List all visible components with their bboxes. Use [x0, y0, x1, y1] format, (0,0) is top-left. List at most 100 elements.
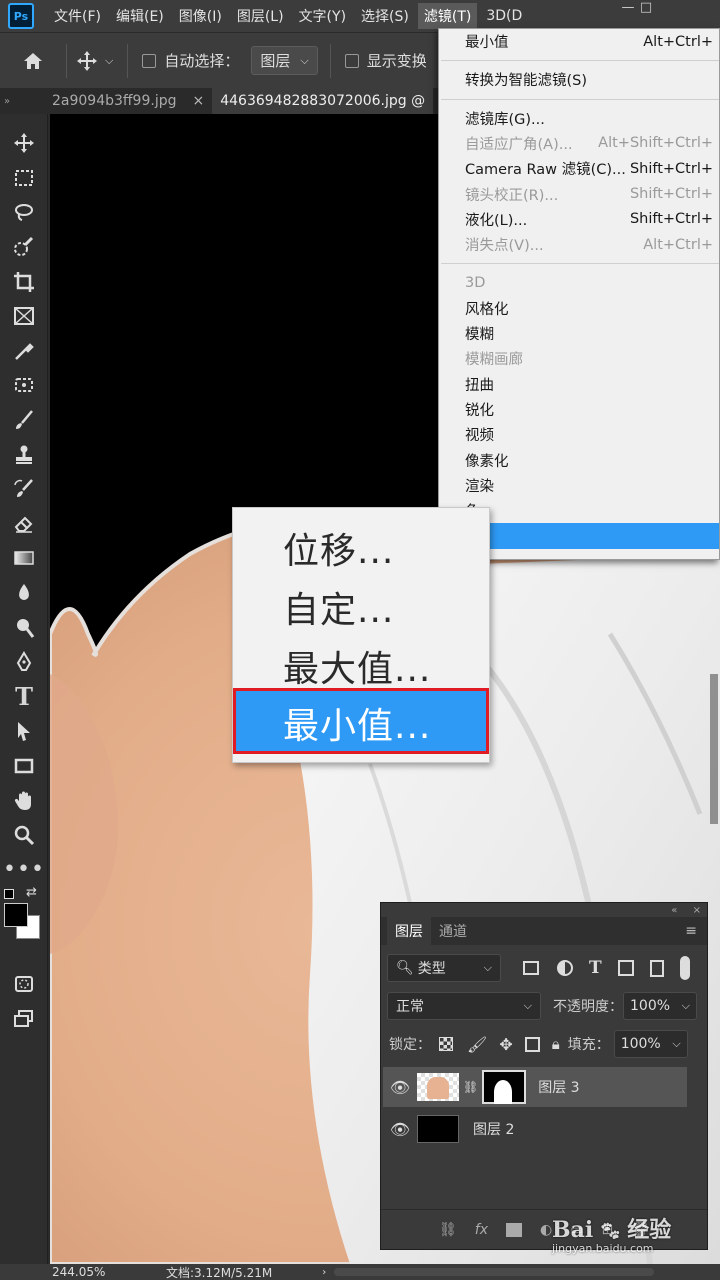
filter-menu-item[interactable]: 模糊	[439, 321, 719, 346]
menu-layer[interactable]: 图层(L)	[231, 3, 290, 29]
menu-select[interactable]: 选择(S)	[355, 3, 415, 29]
filter-pixel-icon[interactable]	[523, 961, 539, 975]
menu-item-custom[interactable]: 自定...	[283, 581, 394, 633]
menu-item-offset[interactable]: 位移...	[283, 522, 394, 574]
opacity-input[interactable]: 100% ⌵	[623, 992, 697, 1020]
quick-select-icon[interactable]	[0, 230, 48, 265]
layer-row-2[interactable]: 👁︎ 图层 2	[383, 1109, 687, 1149]
move-tool-preset-icon[interactable]: ⌵	[75, 49, 113, 73]
lasso-icon[interactable]	[0, 195, 48, 230]
zoom-icon[interactable]	[0, 818, 48, 853]
visibility-eye-icon[interactable]: 👁︎	[383, 1120, 417, 1139]
layer-name[interactable]: 图层 3	[538, 1077, 579, 1097]
fx-button[interactable]: fx	[475, 1222, 488, 1238]
move-icon[interactable]	[0, 126, 48, 161]
tab-document-2[interactable]: 446369482883072006.jpg @	[212, 88, 434, 114]
history-brush-icon[interactable]	[0, 472, 48, 507]
menu-type[interactable]: 文字(Y)	[293, 3, 352, 29]
marquee-icon[interactable]	[0, 161, 48, 196]
show-transform-checkbox[interactable]	[344, 53, 359, 68]
filter-menu-item[interactable]: 渲染	[439, 473, 719, 498]
dodge-icon[interactable]	[0, 610, 48, 645]
menu-file[interactable]: 文件(F)	[48, 3, 107, 29]
link-layers-icon[interactable]: ⛓︎	[439, 1222, 457, 1238]
frame-icon[interactable]	[0, 299, 48, 334]
gradient-icon[interactable]	[0, 541, 48, 576]
foreground-color-swatch[interactable]	[4, 903, 28, 928]
lock-brush-icon[interactable]: 🖌︎	[467, 1035, 487, 1054]
menu-filter[interactable]: 滤镜(T)	[417, 3, 478, 29]
blur-icon[interactable]	[0, 576, 48, 611]
menu-item-minimum-highlight[interactable]: 最小值...	[233, 688, 489, 754]
rectangle-icon[interactable]	[0, 749, 48, 784]
crop-icon[interactable]	[0, 264, 48, 299]
stamp-icon[interactable]	[0, 437, 48, 472]
filter-menu-item[interactable]: 风格化	[439, 296, 719, 321]
tab-channels[interactable]: 通道	[431, 917, 475, 945]
filter-menu-item[interactable]: 视频	[439, 422, 719, 447]
chevron-right-icon[interactable]: ›	[322, 1267, 326, 1278]
filter-type-icon[interactable]: T	[589, 958, 602, 978]
filter-menu-item[interactable]: 最小值 Alt+Ctrl+	[439, 29, 719, 54]
more-icon[interactable]: •••	[0, 852, 48, 887]
menu-item-minimum[interactable]: 最小值...	[283, 697, 431, 749]
filter-menu-item[interactable]: 滤镜库(G)...	[439, 106, 719, 131]
home-icon[interactable]	[20, 49, 46, 73]
eraser-icon[interactable]	[0, 507, 48, 542]
filter-menu-item: 3D	[439, 270, 719, 295]
menu-image[interactable]: 图像(I)	[173, 3, 228, 29]
filter-menu-item[interactable]: Camera Raw 滤镜(C)... Shift+Ctrl+	[439, 156, 719, 181]
screen-mode-icon[interactable]	[0, 1002, 48, 1037]
zoom-level[interactable]: 244.05%	[52, 1265, 166, 1279]
collapse-icon[interactable]: «	[671, 905, 677, 916]
maximize-button[interactable]: □	[630, 0, 662, 18]
filter-shape-icon[interactable]	[617, 960, 634, 976]
lock-all-icon[interactable]: 🔒︎	[552, 1035, 560, 1053]
tab-layers[interactable]: 图层	[387, 917, 431, 945]
menu-item-maximum[interactable]: 最大值...	[283, 640, 431, 692]
filter-menu-item[interactable]: 锐化	[439, 397, 719, 422]
horizontal-scrollbar[interactable]	[334, 1268, 655, 1276]
quick-mask-icon[interactable]	[0, 967, 48, 1002]
layer-mask-thumbnail[interactable]	[482, 1070, 527, 1104]
panel-collapse-icon[interactable]: »	[0, 96, 44, 107]
layer-row-3[interactable]: 👁︎ ⛓︎ 图层 3	[383, 1067, 687, 1107]
patch-icon[interactable]	[0, 368, 48, 403]
filter-adjustment-icon[interactable]	[557, 960, 573, 976]
link-icon[interactable]: ⛓︎	[463, 1080, 478, 1094]
filter-menu-item[interactable]: 像素化	[439, 447, 719, 472]
lock-position-icon[interactable]: ✥	[499, 1035, 512, 1054]
lock-artboard-icon[interactable]	[524, 1036, 540, 1052]
menu-3d[interactable]: 3D(D	[480, 5, 528, 27]
visibility-eye-icon[interactable]: 👁︎	[383, 1078, 417, 1097]
lock-transparent-icon[interactable]	[439, 1037, 453, 1051]
swap-colors-icon[interactable]: ⇄	[26, 885, 37, 900]
close-icon[interactable]: ×	[192, 93, 204, 109]
eyedropper-icon[interactable]	[0, 334, 48, 369]
layer-kind-filter[interactable]: 🔍︎ 类型 ⌵	[387, 954, 501, 982]
blend-mode-select[interactable]: 正常 ⌵	[387, 992, 541, 1020]
auto-select-checkbox[interactable]	[142, 53, 157, 68]
filter-smart-object-icon[interactable]	[649, 959, 664, 977]
filter-menu-item-label: 像素化	[465, 453, 509, 470]
menu-edit[interactable]: 编辑(E)	[110, 3, 170, 29]
chevron-down-icon: ⌵	[483, 961, 492, 974]
add-mask-icon[interactable]	[506, 1222, 523, 1237]
fill-input[interactable]: 100% ⌵	[613, 1030, 688, 1058]
filter-toggle[interactable]	[679, 956, 690, 980]
filter-menu-item[interactable]: 转换为智能滤镜(S)	[439, 67, 719, 92]
panel-menu-icon[interactable]: ≡	[685, 923, 697, 939]
adjustment-layer-icon[interactable]: ◐	[540, 1222, 552, 1238]
path-select-icon[interactable]	[0, 714, 48, 749]
layer-name[interactable]: 图层 2	[473, 1119, 514, 1139]
type-icon[interactable]: T	[0, 680, 48, 715]
close-icon[interactable]: ×	[693, 905, 701, 916]
filter-menu-item[interactable]: 液化(L)... Shift+Ctrl+	[439, 207, 719, 232]
hand-icon[interactable]	[0, 783, 48, 818]
default-colors-icon[interactable]	[4, 889, 14, 900]
pen-icon[interactable]	[0, 645, 48, 680]
filter-menu-item[interactable]: 扭曲	[439, 372, 719, 397]
brush-icon[interactable]	[0, 403, 48, 438]
tab-document-1[interactable]: 2a9094b3ff99.jpg ×	[44, 88, 212, 114]
auto-select-dropdown[interactable]: 图层 ⌵	[251, 46, 318, 75]
